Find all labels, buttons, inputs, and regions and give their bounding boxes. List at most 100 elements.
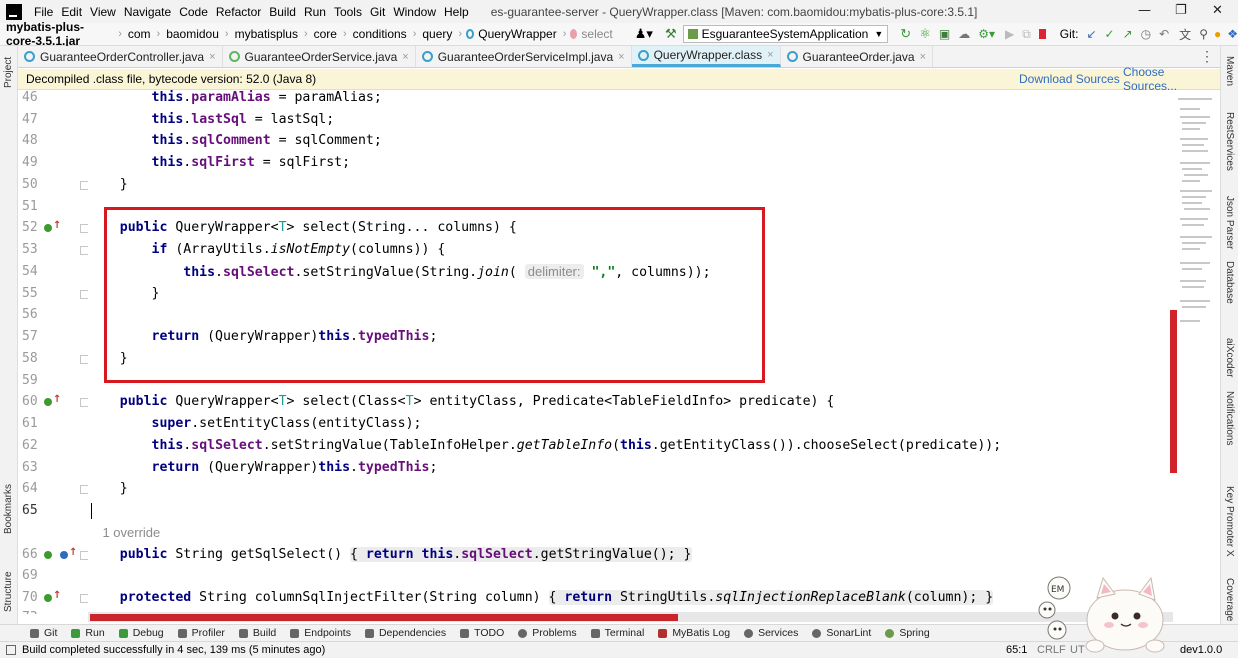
debug-tool-button[interactable]: Debug <box>118 627 164 639</box>
git-update-icon[interactable]: ↙ <box>1086 27 1096 41</box>
structure-tool-tab[interactable]: Structure <box>3 571 14 612</box>
override-arrow-icon[interactable]: ↑ <box>69 547 77 558</box>
minimize-icon[interactable]: — <box>1138 3 1151 18</box>
menu-refactor[interactable]: Refactor <box>212 5 265 19</box>
attach-icon[interactable]: ⚙▾ <box>978 27 995 41</box>
breadcrumb-com[interactable]: com <box>124 27 155 41</box>
dependencies-tool-button[interactable]: Dependencies <box>364 627 446 639</box>
caret-position[interactable]: 65:1 <box>1006 644 1027 656</box>
override-arrow-icon[interactable]: ↑ <box>53 220 61 231</box>
tab-querywrapper-class[interactable]: QueryWrapper.class × <box>631 46 781 67</box>
translate-icon[interactable]: 文 <box>1179 26 1191 43</box>
run-icon[interactable]: ▶ <box>1005 27 1014 41</box>
run-configuration-select[interactable]: EsguaranteeSystemApplication ▼ <box>682 25 889 43</box>
run-tool-button[interactable]: Run <box>71 627 105 639</box>
coverage-tool-tab[interactable]: Coverage <box>1224 578 1235 621</box>
overridden-icon[interactable] <box>60 551 68 559</box>
breadcrumb-mybatisplus[interactable]: mybatisplus <box>231 27 302 41</box>
menu-window[interactable]: Window <box>389 5 440 19</box>
implemented-icon[interactable] <box>44 551 52 559</box>
implemented-icon[interactable] <box>44 594 52 602</box>
horizontal-scrollbar[interactable] <box>88 612 1173 622</box>
build-tool-button[interactable]: Build <box>238 627 276 639</box>
breadcrumb-querywrapper[interactable]: QueryWrapper <box>474 27 560 41</box>
restservices-tool-tab[interactable]: RestServices <box>1224 112 1235 171</box>
terminal-tool-button[interactable]: Terminal <box>590 627 644 639</box>
json-parser-tool-tab[interactable]: Json Parser <box>1224 196 1235 249</box>
todo-tool-button[interactable]: TODO <box>460 627 504 639</box>
notifications-tool-tab[interactable]: Notifications <box>1224 391 1235 445</box>
stop-icon[interactable] <box>1038 29 1046 39</box>
menu-tools[interactable]: Tools <box>330 5 366 19</box>
problems-tool-button[interactable]: Problems <box>518 627 577 639</box>
git-rollback-icon[interactable]: ↶ <box>1159 27 1169 41</box>
menu-run[interactable]: Run <box>300 5 330 19</box>
breadcrumb-jar[interactable]: mybatis-plus-core-3.5.1.jar <box>0 20 116 48</box>
git-push-icon[interactable]: ↗ <box>1123 27 1133 41</box>
coverage-icon[interactable]: ▣ <box>939 27 950 41</box>
breadcrumb-conditions[interactable]: conditions <box>349 27 411 41</box>
update-icon[interactable]: ● <box>1214 27 1221 41</box>
close-icon[interactable]: ✕ <box>1212 3 1223 18</box>
tab-guarantee-order-service-impl[interactable]: GuaranteeOrderServiceImpl.java × <box>416 46 632 67</box>
status-message[interactable]: Build completed successfully in 4 sec, 1… <box>22 644 325 656</box>
tab-guarantee-order[interactable]: GuaranteeOrder.java × <box>781 46 934 67</box>
plugin-icon[interactable]: ❖ <box>1227 27 1238 41</box>
search-icon[interactable]: ⚲ <box>1199 27 1208 41</box>
close-icon[interactable]: × <box>767 49 773 61</box>
implemented-icon[interactable] <box>44 224 52 232</box>
menu-navigate[interactable]: Navigate <box>120 5 175 19</box>
restore-icon[interactable]: ❐ <box>1175 3 1187 18</box>
sonarlint-tool-button[interactable]: SonarLint <box>812 627 871 639</box>
step-icon[interactable]: ⧉ <box>1022 27 1031 42</box>
breadcrumb-query[interactable]: query <box>418 27 456 41</box>
maven-tool-tab[interactable]: Maven <box>1224 56 1235 86</box>
endpoints-tool-button[interactable]: Endpoints <box>290 627 351 639</box>
mybatis-log-tool-button[interactable]: MyBatis Log <box>658 627 730 639</box>
key-promoter-tool-tab[interactable]: Key Promoter X <box>1224 486 1235 557</box>
menu-git[interactable]: Git <box>366 5 389 19</box>
menu-view[interactable]: View <box>86 5 120 19</box>
close-icon[interactable]: × <box>920 51 926 63</box>
implemented-icon[interactable] <box>44 398 52 406</box>
menu-edit[interactable]: Edit <box>57 5 86 19</box>
menu-build[interactable]: Build <box>265 5 300 19</box>
rerun-icon[interactable]: ↻ <box>900 26 911 42</box>
menu-file[interactable]: File <box>30 5 57 19</box>
close-icon[interactable]: × <box>209 51 215 63</box>
breadcrumb-core[interactable]: core <box>310 27 341 41</box>
override-hint[interactable]: 1 override <box>88 523 160 543</box>
services-tool-button[interactable]: Services <box>744 627 798 639</box>
vertical-scrollbar-thumb[interactable] <box>1170 310 1177 473</box>
choose-sources-link[interactable]: Choose Sources... <box>1123 65 1220 93</box>
breadcrumb-baomidou[interactable]: baomidou <box>162 27 223 41</box>
database-tool-tab[interactable]: Database <box>1224 261 1235 304</box>
close-icon[interactable]: × <box>618 51 624 63</box>
download-sources-link[interactable]: Download Sources <box>1019 72 1120 86</box>
breadcrumb-select[interactable]: select <box>577 27 616 41</box>
tab-guarantee-order-service[interactable]: GuaranteeOrderService.java × <box>223 46 416 67</box>
close-icon[interactable]: × <box>402 51 408 63</box>
git-commit-icon[interactable]: ✓ <box>1105 27 1115 41</box>
bookmarks-tool-tab[interactable]: Bookmarks <box>3 484 14 534</box>
tab-guarantee-order-controller[interactable]: GuaranteeOrderController.java × <box>18 46 223 67</box>
override-arrow-icon[interactable]: ↑ <box>53 590 61 601</box>
git-branch[interactable]: dev1.0.0 <box>1180 644 1222 656</box>
aixcoder-tool-tab[interactable]: aiXcoder <box>1224 338 1235 377</box>
user-icon[interactable]: ♟▾ <box>635 26 653 42</box>
spring-tool-button[interactable]: Spring <box>885 627 930 639</box>
status-toggle-icon[interactable] <box>6 645 16 655</box>
profiler-icon[interactable]: ☁ <box>958 27 970 41</box>
project-tool-tab[interactable]: Project <box>3 57 14 88</box>
code-minimap[interactable] <box>1176 90 1220 410</box>
horizontal-scrollbar-thumb[interactable] <box>90 614 678 621</box>
build-hammer-icon[interactable]: ⚒ <box>665 26 677 42</box>
override-arrow-icon[interactable]: ↑ <box>53 394 61 405</box>
debug-icon[interactable]: ⚛ <box>919 26 931 42</box>
git-tool-button[interactable]: Git <box>30 627 57 639</box>
menu-code[interactable]: Code <box>175 5 212 19</box>
git-history-icon[interactable]: ◷ <box>1141 27 1151 41</box>
menu-help[interactable]: Help <box>440 5 473 19</box>
profiler-tool-button[interactable]: Profiler <box>177 627 225 639</box>
more-tabs-icon[interactable]: ⋮ <box>1200 46 1220 67</box>
